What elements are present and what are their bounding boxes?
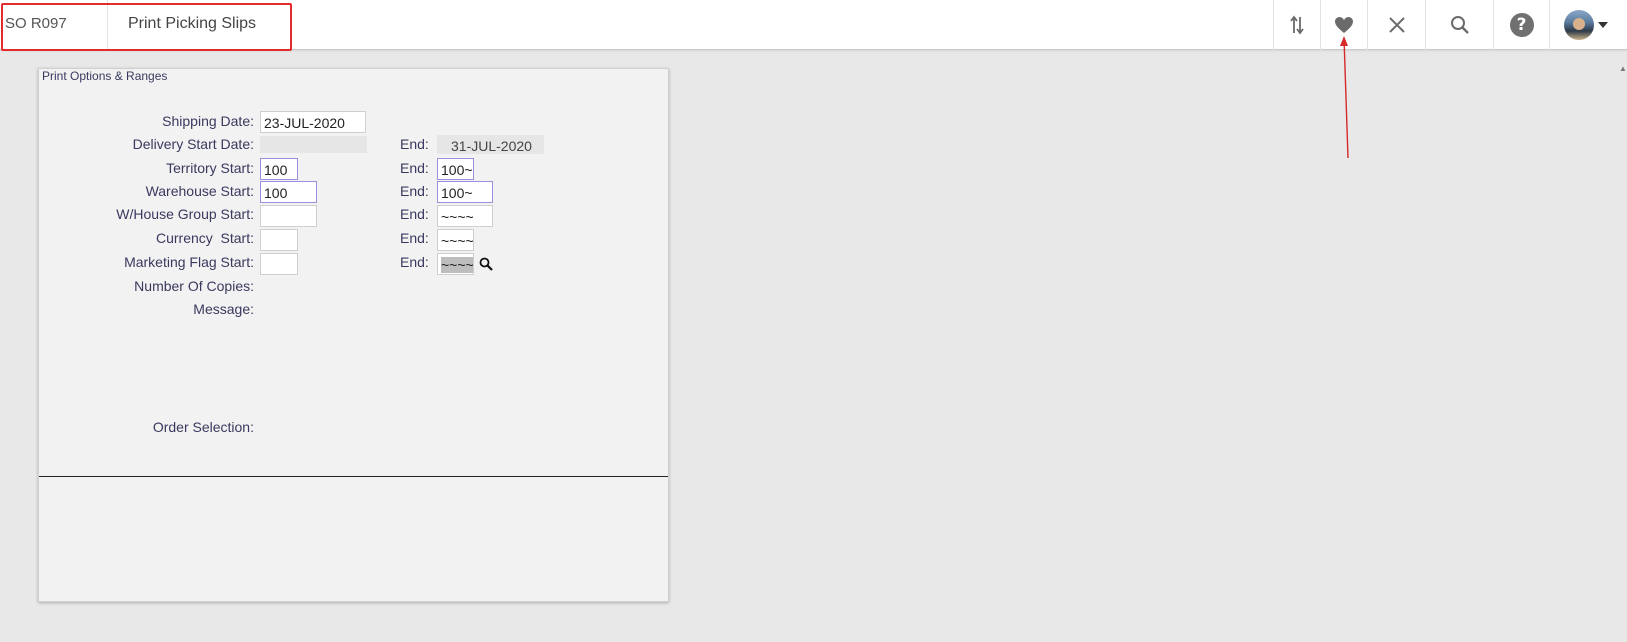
help-button[interactable]: ? [1493, 0, 1549, 50]
currency-end-field[interactable]: ~~~~ [437, 229, 474, 251]
marketing-flag-end-label: End: [400, 254, 429, 270]
currency-start-field[interactable] [260, 229, 298, 251]
sort-icon [1290, 15, 1304, 35]
chevron-down-icon [1597, 22, 1608, 28]
panel-divider [39, 476, 668, 477]
lookup-search-icon[interactable] [479, 257, 493, 271]
whouse-group-start-field[interactable] [260, 205, 317, 227]
delivery-start-date-field [260, 136, 367, 153]
delivery-start-date-label: Delivery Start Date: [132, 136, 254, 152]
avatar [1563, 10, 1594, 40]
annotation-arrow [1340, 36, 1349, 159]
marketing-flag-start-label: Marketing Flag Start: [124, 254, 254, 270]
print-options-panel: Print Options & Ranges Shipping Date: 23… [38, 68, 669, 602]
panel-title: Print Options & Ranges [42, 69, 168, 83]
close-icon [1388, 17, 1405, 33]
marketing-flag-start-field[interactable] [260, 253, 298, 275]
help-icon: ? [1509, 13, 1534, 37]
warehouse-end-field[interactable]: 100~ [437, 181, 493, 203]
territory-end-field[interactable]: 100~ [437, 158, 474, 180]
annotation-highlight-box [1, 3, 292, 51]
currency-start-label: Currency Start: [155, 230, 254, 246]
shipping-date-field[interactable]: 23-JUL-2020 [260, 111, 366, 133]
scroll-up-arrow[interactable]: ▲ [1619, 64, 1627, 73]
delivery-end-date-field: 31-JUL-2020 [437, 135, 544, 154]
marketing-flag-end-value: ~~~~ [441, 257, 474, 273]
currency-end-label: End: [400, 230, 429, 246]
message-label: Message: [193, 301, 254, 317]
heart-icon [1335, 17, 1353, 33]
whouse-group-end-label: End: [400, 206, 429, 222]
top-bar: SO R097 Print Picking Slips ? [0, 0, 1627, 51]
order-selection-label: Order Selection: [152, 419, 254, 435]
marketing-flag-end-field[interactable]: ~~~~ [437, 253, 474, 275]
territory-start-field[interactable]: 100 [260, 158, 298, 180]
warehouse-start-label: Warehouse Start: [145, 183, 254, 199]
territory-end-label: End: [400, 160, 429, 176]
user-menu-button[interactable] [1549, 0, 1621, 50]
whouse-group-start-label: W/House Group Start: [116, 206, 254, 222]
warehouse-start-field[interactable]: 100 [260, 181, 317, 203]
shipping-date-label: Shipping Date: [162, 113, 254, 129]
whouse-group-end-field[interactable]: ~~~~ [437, 205, 493, 227]
close-button[interactable] [1367, 0, 1425, 50]
warehouse-end-label: End: [400, 183, 429, 199]
search-icon [1450, 16, 1469, 34]
delivery-end-label: End: [400, 136, 429, 152]
number-of-copies-label: Number Of Copies: [134, 278, 254, 294]
territory-start-label: Territory Start: [166, 160, 254, 176]
sort-button[interactable] [1273, 0, 1320, 50]
search-button[interactable] [1425, 0, 1493, 50]
